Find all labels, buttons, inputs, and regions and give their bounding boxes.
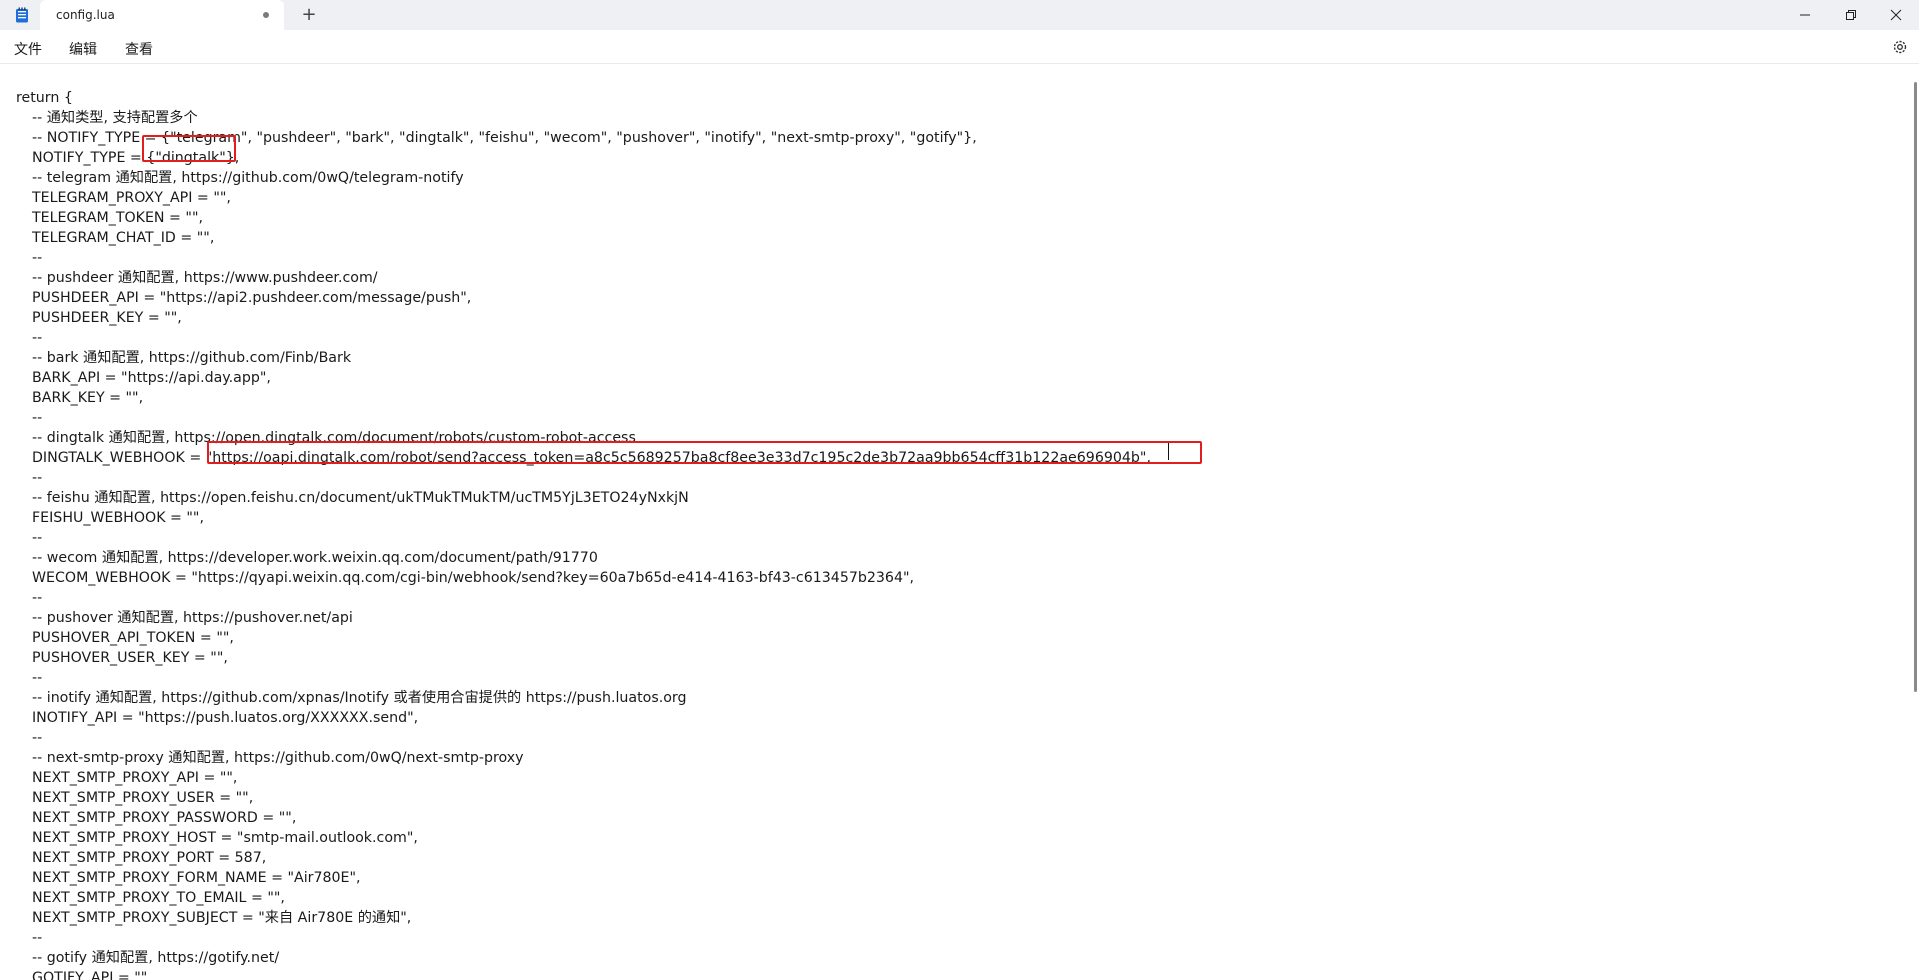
text-caret	[1168, 443, 1169, 460]
code-line: PUSHOVER_USER_KEY = "",	[32, 650, 228, 666]
code-line: INOTIFY_API = "https://push.luatos.org/X…	[32, 710, 419, 726]
restore-icon	[1846, 10, 1856, 20]
text-editor[interactable]: return {-- 通知类型, 支持配置多个 -- NOTIFY_TYPE = …	[0, 80, 1912, 980]
code-line: --	[32, 730, 43, 746]
code-line: --	[32, 590, 43, 606]
code-line: -- 通知类型, 支持配置多个	[32, 110, 198, 126]
code-line: NEXT_SMTP_PROXY_PORT = 587,	[32, 850, 267, 866]
close-icon	[1890, 9, 1902, 21]
notepad-icon	[16, 7, 28, 23]
code-line: -- gotify 通知配置, https://gotify.net/	[32, 950, 280, 966]
code-line: -- feishu 通知配置, https://open.feishu.cn/d…	[32, 490, 689, 506]
plus-icon: +	[301, 4, 317, 25]
vertical-scrollbar[interactable]	[1914, 80, 1917, 980]
code-line: -- next-smtp-proxy 通知配置, https://github.…	[32, 750, 524, 766]
code-line: --	[32, 410, 43, 426]
code-line: NEXT_SMTP_PROXY_PASSWORD = "",	[32, 810, 297, 826]
code-line: PUSHDEER_KEY = "",	[32, 310, 182, 326]
code-line: BARK_API = "https://api.day.app",	[32, 370, 271, 386]
code-line: GOTIFY_API = "",	[32, 970, 152, 980]
code-line: -- telegram 通知配置, https://github.com/0wQ…	[32, 170, 464, 186]
unsaved-dot-icon[interactable]	[261, 10, 271, 20]
menu-view[interactable]: 查看	[125, 39, 153, 59]
menu-file[interactable]: 文件	[14, 39, 42, 59]
code-line: TELEGRAM_PROXY_API = "",	[32, 190, 231, 206]
code-line: return {	[16, 90, 73, 106]
code-line: FEISHU_WEBHOOK = "",	[32, 510, 204, 526]
tab-config-lua[interactable]: config.lua	[40, 0, 284, 30]
code-line: -- wecom 通知配置, https://developer.work.we…	[32, 550, 598, 566]
code-line: NEXT_SMTP_PROXY_HOST = "smtp-mail.outloo…	[32, 830, 418, 846]
code-line: --	[32, 330, 43, 346]
code-line: WECOM_WEBHOOK = "https://qyapi.weixin.qq…	[32, 570, 915, 586]
code-line: NEXT_SMTP_PROXY_TO_EMAIL = "",	[32, 890, 285, 906]
scrollbar-thumb[interactable]	[1914, 82, 1917, 692]
code-line: -- pushdeer 通知配置, https://www.pushdeer.c…	[32, 270, 378, 286]
code-line: --	[32, 930, 43, 946]
code-line: --	[32, 670, 43, 686]
code-line: TELEGRAM_TOKEN = "",	[32, 210, 203, 226]
code-line: PUSHDEER_API = "https://api2.pushdeer.co…	[32, 290, 472, 306]
code-line: --	[32, 530, 43, 546]
menu-edit[interactable]: 编辑	[69, 39, 97, 59]
code-line: NEXT_SMTP_PROXY_SUBJECT = "来自 Air780E 的通…	[32, 910, 412, 926]
highlight-notify-type	[142, 135, 236, 162]
restore-button[interactable]	[1828, 0, 1874, 30]
title-bar: config.lua +	[0, 0, 1919, 30]
highlight-dingtalk-webhook	[207, 441, 1202, 464]
minimize-icon	[1800, 14, 1810, 16]
gear-icon[interactable]	[1891, 38, 1909, 56]
code-line: NEXT_SMTP_PROXY_USER = "",	[32, 790, 254, 806]
code-line: PUSHOVER_API_TOKEN = "",	[32, 630, 234, 646]
minimize-button[interactable]	[1782, 0, 1828, 30]
code-line: -- inotify 通知配置, https://github.com/xpna…	[32, 690, 687, 706]
code-line: BARK_KEY = "",	[32, 390, 144, 406]
code-line: NEXT_SMTP_PROXY_FORM_NAME = "Air780E",	[32, 870, 361, 886]
menu-bar: 文件 编辑 查看	[0, 30, 1919, 64]
code-line: TELEGRAM_CHAT_ID = "",	[32, 230, 215, 246]
code-line: --	[32, 250, 43, 266]
tab-title: config.lua	[56, 8, 115, 22]
close-button[interactable]	[1873, 0, 1919, 30]
new-tab-button[interactable]: +	[298, 5, 320, 25]
code-line: -- bark 通知配置, https://github.com/Finb/Ba…	[32, 350, 352, 366]
code-line: -- pushover 通知配置, https://pushover.net/a…	[32, 610, 353, 626]
code-line: NEXT_SMTP_PROXY_API = "",	[32, 770, 238, 786]
code-line: --	[32, 470, 43, 486]
